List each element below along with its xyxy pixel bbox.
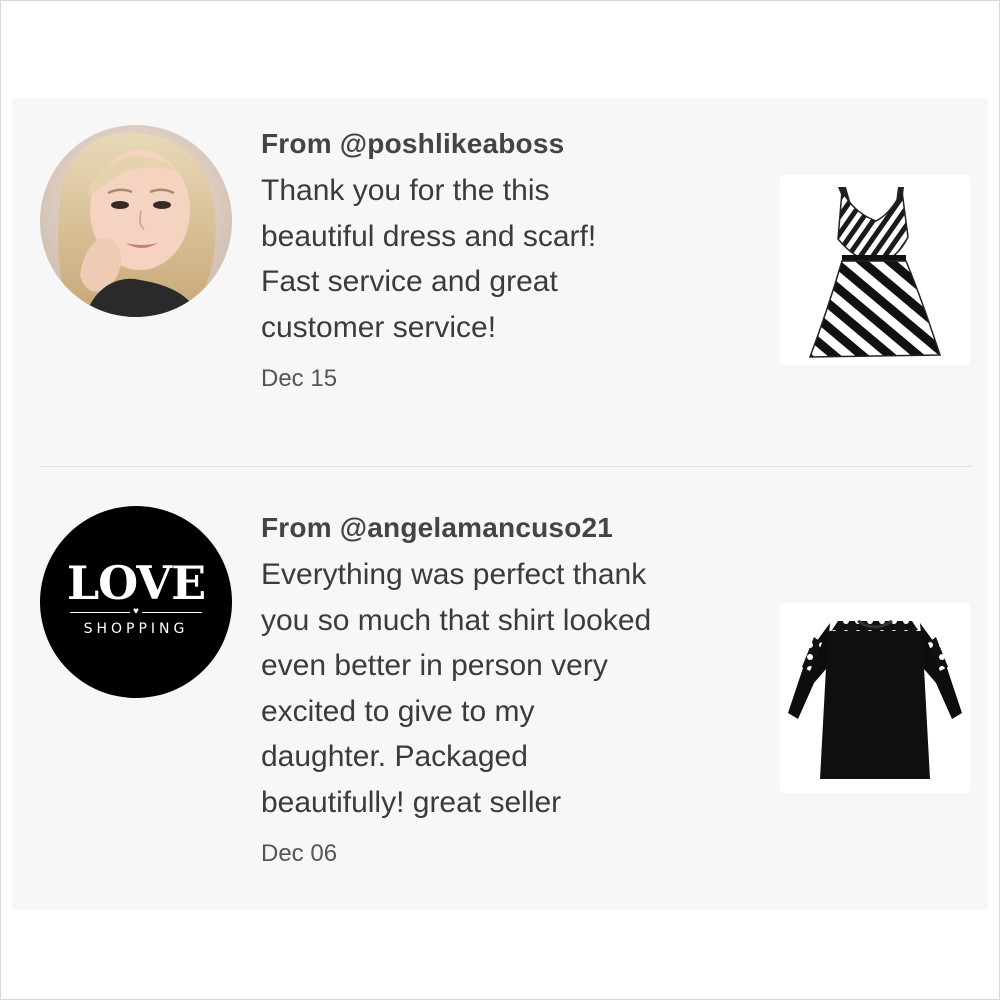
love-shopping-logo-bottom: SHOPPING bbox=[83, 621, 189, 637]
review-date: Dec 15 bbox=[261, 365, 338, 392]
review-card: From @poshlikeaboss Thank you for the th… bbox=[12, 98, 988, 468]
user-avatar[interactable]: LOVE ♥ SHOPPING bbox=[40, 506, 232, 698]
review-body: From @angelamancuso21 Everything was per… bbox=[261, 510, 761, 869]
user-photo-avatar-icon bbox=[40, 125, 232, 317]
heart-icon: ♥ bbox=[133, 606, 139, 617]
user-avatar[interactable] bbox=[40, 125, 232, 317]
review-card: LOVE ♥ SHOPPING From @angelamancuso21 Ev… bbox=[12, 468, 988, 910]
logo-rule-right bbox=[142, 612, 202, 613]
black-lace-shirt-thumbnail-icon bbox=[788, 619, 962, 779]
product-thumbnail[interactable] bbox=[780, 175, 970, 365]
review-message: Thank you for the this beautiful dress a… bbox=[261, 174, 597, 344]
review-date: Dec 06 bbox=[261, 840, 338, 867]
product-thumbnail[interactable] bbox=[780, 603, 970, 793]
review-body: From @poshlikeaboss Thank you for the th… bbox=[261, 126, 761, 394]
review-feed: From @poshlikeaboss Thank you for the th… bbox=[12, 98, 988, 910]
review-author[interactable]: From @angelamancuso21 bbox=[261, 510, 761, 546]
review-author[interactable]: From @poshlikeaboss bbox=[261, 126, 761, 162]
striped-dress-thumbnail-icon bbox=[808, 187, 942, 358]
review-divider bbox=[40, 466, 972, 467]
review-message: Everything was perfect thank you so much… bbox=[261, 558, 652, 819]
love-shopping-logo-top: LOVE bbox=[66, 556, 206, 610]
